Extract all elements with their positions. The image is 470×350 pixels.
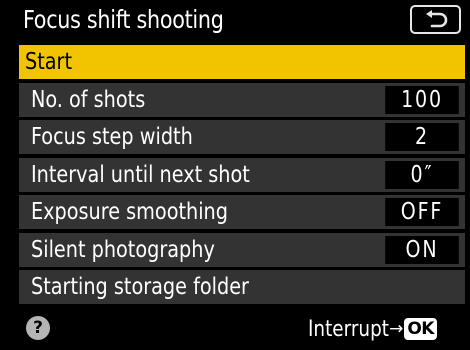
ok-button-icon: OK [404,318,437,340]
menu-item-label: Starting storage folder [31,274,249,300]
menu-item-label: Focus step width [31,124,193,150]
menu-item-label: Silent photography [31,236,215,263]
footer-bar: ? Interrupt → OK [0,310,470,350]
menu-item-value: OFF [385,198,459,226]
menu-item-value: ON [385,235,459,264]
menu-item-no-of-shots[interactable]: No. of shots 100 [19,82,465,117]
menu-item-starting-storage-folder[interactable]: Starting storage folder [19,270,465,304]
menu-item-label: Exposure smoothing [31,199,228,225]
help-icon[interactable]: ? [26,316,50,340]
header-bar: Focus shift shooting [0,0,470,42]
menu-item-silent-photography[interactable]: Silent photography ON [19,232,465,267]
interrupt-button[interactable]: Interrupt → OK [308,312,437,346]
interrupt-label: Interrupt [308,316,389,342]
menu-list: Start No. of shots 100 Focus step width … [19,45,465,308]
page-title: Focus shift shooting [23,5,224,34]
menu-item-label: Start [25,49,73,75]
menu-item-interval[interactable]: Interval until next shot 0″ [19,157,465,192]
back-button[interactable] [410,5,461,34]
menu-item-exposure-smoothing[interactable]: Exposure smoothing OFF [19,195,465,229]
menu-item-focus-step-width[interactable]: Focus step width 2 [19,120,465,154]
menu-item-value: 100 [385,85,459,114]
back-arrow-icon [425,9,447,27]
menu-item-start[interactable]: Start [19,45,465,79]
menu-item-value: 2 [385,123,459,151]
menu-item-label: No. of shots [31,86,146,113]
menu-item-value: 0″ [385,160,459,189]
arrow-right-icon: → [389,319,404,339]
menu-item-label: Interval until next shot [31,161,250,188]
